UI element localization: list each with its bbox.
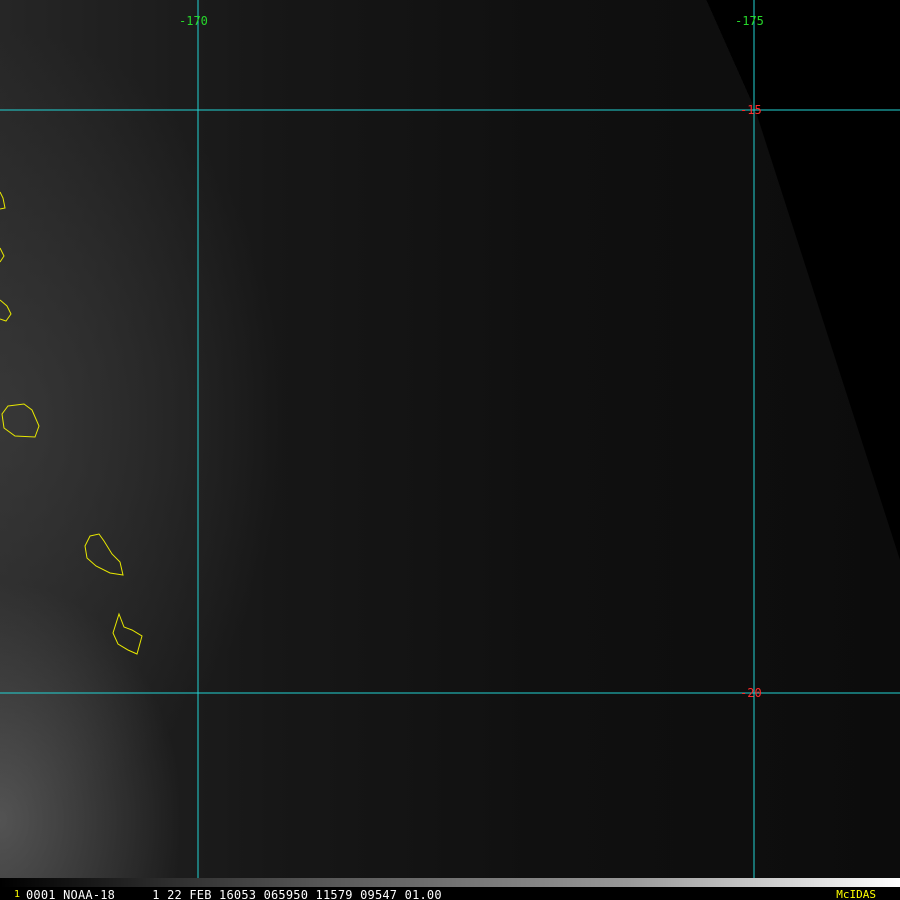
latitude-label: -15	[740, 103, 762, 117]
island-outline	[1, 403, 40, 438]
status-bar: 1 0001 NOAA-18 1 22 FEB 16053 065950 115…	[0, 878, 900, 900]
island-outline	[112, 612, 143, 655]
island-outline	[0, 299, 12, 322]
image-info-line: 0001 NOAA-18 1 22 FEB 16053 065950 11579…	[26, 888, 442, 900]
latitude-label: -20	[740, 686, 762, 700]
satellite-map-view: -170 -175 -15 -20 1 0001 NOAA-18 1 22 FE…	[0, 0, 900, 900]
longitude-label: -170	[179, 14, 208, 28]
map-overlay	[0, 0, 900, 878]
frame-number: 1	[14, 889, 21, 900]
mcidas-logo: McIDAS	[836, 888, 876, 900]
grayscale-bar	[0, 878, 900, 887]
island-outline	[84, 533, 124, 576]
longitude-label: -175	[735, 14, 764, 28]
island-outline	[0, 191, 6, 210]
island-outline	[0, 247, 5, 263]
